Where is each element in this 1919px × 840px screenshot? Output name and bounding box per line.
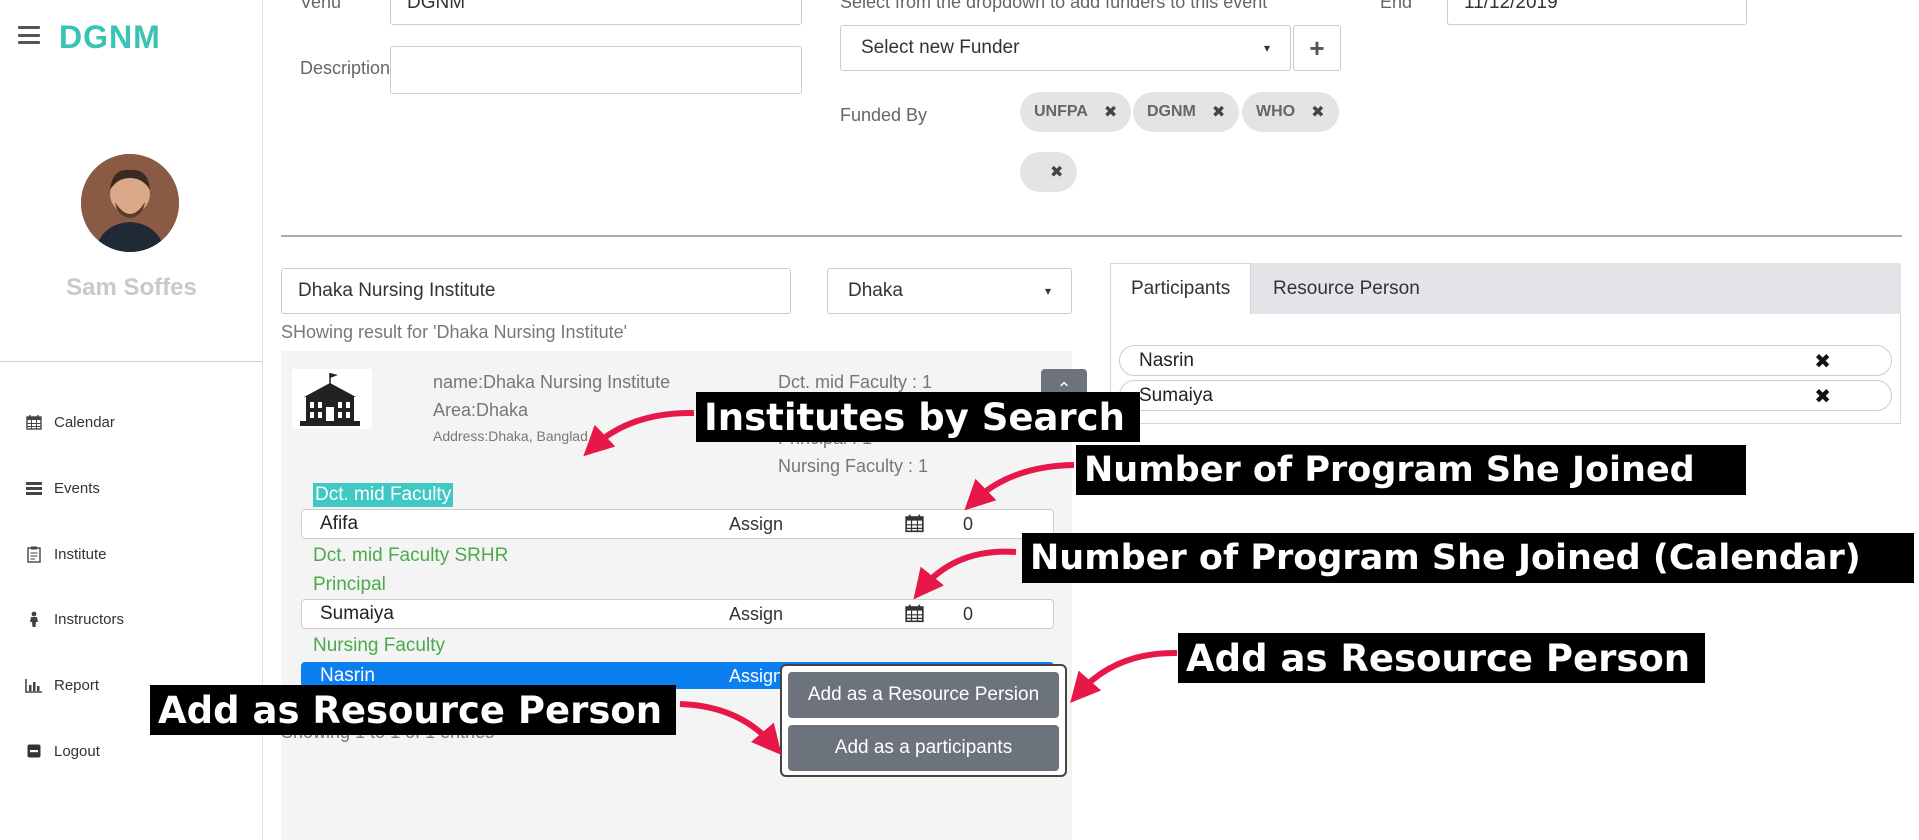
annotation-program-calendar: Number of Program She Joined (Calendar) <box>1022 533 1914 583</box>
annotation-add-resource-right: Add as Resource Person <box>1178 633 1705 683</box>
annotation-add-resource-left: Add as Resource Person <box>150 685 676 735</box>
annotation-institutes-by-search: Institutes by Search <box>696 392 1140 442</box>
annotation-program-count: Number of Program She Joined <box>1076 445 1746 495</box>
